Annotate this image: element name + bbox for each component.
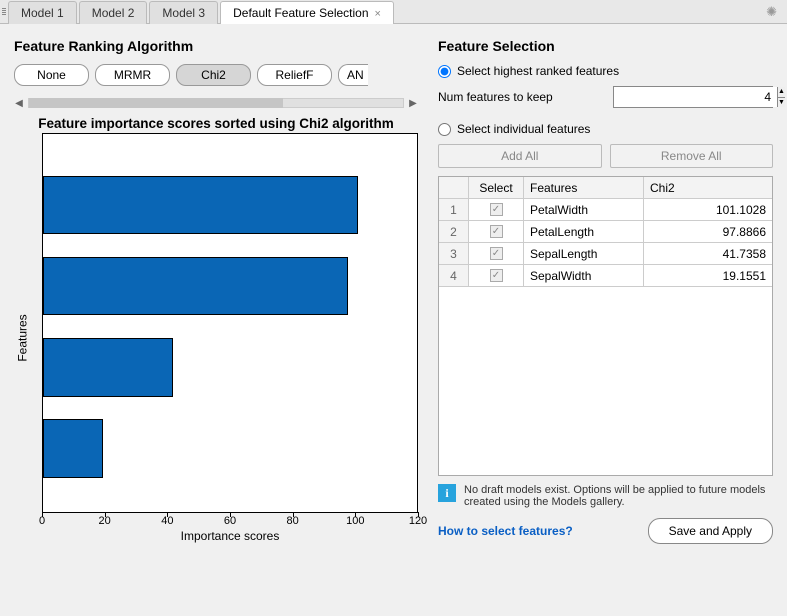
tab-model-2[interactable]: Model 2 [79,1,148,24]
chart-title: Feature importance scores sorted using C… [14,116,418,131]
algo-button-an[interactable]: AN [338,64,368,86]
xtick-label: 0 [39,515,45,527]
drag-handle[interactable] [0,0,8,23]
row-feature: SepalLength [524,243,644,264]
algo-scrollbar[interactable]: ◀ ▶ [14,96,418,110]
table-row: 4 ✓ SepalWidth19.1551 [439,265,772,287]
row-value: 19.1551 [644,265,772,286]
chart-bar [43,257,348,316]
chart-plot-area [42,133,418,513]
chart-ylabel: Features [14,133,32,543]
xtick-label: 120 [409,515,427,527]
algo-button-relieff[interactable]: ReliefF [257,64,332,86]
spinner-down-icon[interactable]: ▼ [778,98,785,108]
gear-icon[interactable]: ✺ [756,4,787,20]
table-header-index [439,177,469,198]
xtick-label: 100 [346,515,364,527]
row-index: 1 [439,199,469,220]
info-icon: i [438,484,456,502]
row-index: 3 [439,243,469,264]
row-feature: SepalWidth [524,265,644,286]
save-apply-button[interactable]: Save and Apply [648,518,773,544]
row-index: 2 [439,221,469,242]
scroll-thumb[interactable] [29,98,283,108]
close-icon[interactable]: × [375,8,381,20]
chart-bar [43,338,173,397]
xtick-label: 60 [224,515,236,527]
right-pane: Feature Selection Select highest ranked … [428,24,787,616]
row-value: 101.1028 [644,199,772,220]
row-value: 97.8866 [644,221,772,242]
tab-model-1[interactable]: Model 1 [8,1,77,24]
radio-highest-ranked[interactable] [438,65,451,78]
checkbox[interactable]: ✓ [490,269,503,282]
radio-individual-features[interactable] [438,123,451,136]
row-feature: PetalWidth [524,199,644,220]
checkbox[interactable]: ✓ [490,225,503,238]
num-features-label: Num features to keep [438,90,553,104]
remove-all-button[interactable]: Remove All [610,144,774,168]
features-table: Select Features Chi2 1 ✓ PetalWidth101.102… [438,176,773,476]
xtick-label: 40 [161,515,173,527]
chart-bar [43,176,358,235]
scroll-right-icon[interactable]: ▶ [408,98,418,109]
table-header-features: Features [524,177,644,198]
algo-button-none[interactable]: None [14,64,89,86]
radio-highest-label: Select highest ranked features [457,64,619,78]
num-features-spinner[interactable]: ▲ ▼ [613,86,773,108]
tab-default-feature-selection[interactable]: Default Feature Selection× [220,1,394,24]
algo-button-mrmr[interactable]: MRMR [95,64,170,86]
tab-bar: Model 1Model 2Model 3Default Feature Sel… [0,0,787,24]
checkbox[interactable]: ✓ [490,247,503,260]
table-row: 3 ✓ SepalLength41.7358 [439,243,772,265]
selection-section-title: Feature Selection [438,38,773,54]
algo-section-title: Feature Ranking Algorithm [14,38,418,54]
row-select-cell: ✓ [469,199,524,220]
tab-list: Model 1Model 2Model 3Default Feature Sel… [0,0,396,23]
chart-xlabel: Importance scores [42,529,418,543]
table-header-select: Select [469,177,524,198]
table-row: 2 ✓ PetalLength97.8866 [439,221,772,243]
chart-xaxis: Importance scores 020406080100120 [42,513,418,543]
table-row: 1 ✓ PetalWidth101.1028 [439,199,772,221]
row-select-cell: ✓ [469,243,524,264]
table-header-row: Select Features Chi2 [439,177,772,199]
add-all-button[interactable]: Add All [438,144,602,168]
row-value: 41.7358 [644,243,772,264]
scroll-left-icon[interactable]: ◀ [14,98,24,109]
row-feature: PetalLength [524,221,644,242]
chart-bar [43,419,103,478]
info-text: No draft models exist. Options will be a… [464,484,773,508]
algo-button-chi2[interactable]: Chi2 [176,64,251,86]
algo-button-row: None MRMR Chi2 ReliefF AN [14,64,418,86]
help-link[interactable]: How to select features? [438,524,573,538]
spinner-up-icon[interactable]: ▲ [778,87,785,98]
checkbox[interactable]: ✓ [490,203,503,216]
tab-model-3[interactable]: Model 3 [149,1,218,24]
row-select-cell: ✓ [469,265,524,286]
left-pane: Feature Ranking Algorithm None MRMR Chi2 Re… [0,24,428,616]
radio-individual-label: Select individual features [457,122,590,136]
num-features-input[interactable] [614,87,777,107]
scroll-track[interactable] [28,98,404,108]
xtick-label: 80 [287,515,299,527]
row-index: 4 [439,265,469,286]
xtick-label: 20 [99,515,111,527]
row-select-cell: ✓ [469,221,524,242]
table-header-metric: Chi2 [644,177,772,198]
